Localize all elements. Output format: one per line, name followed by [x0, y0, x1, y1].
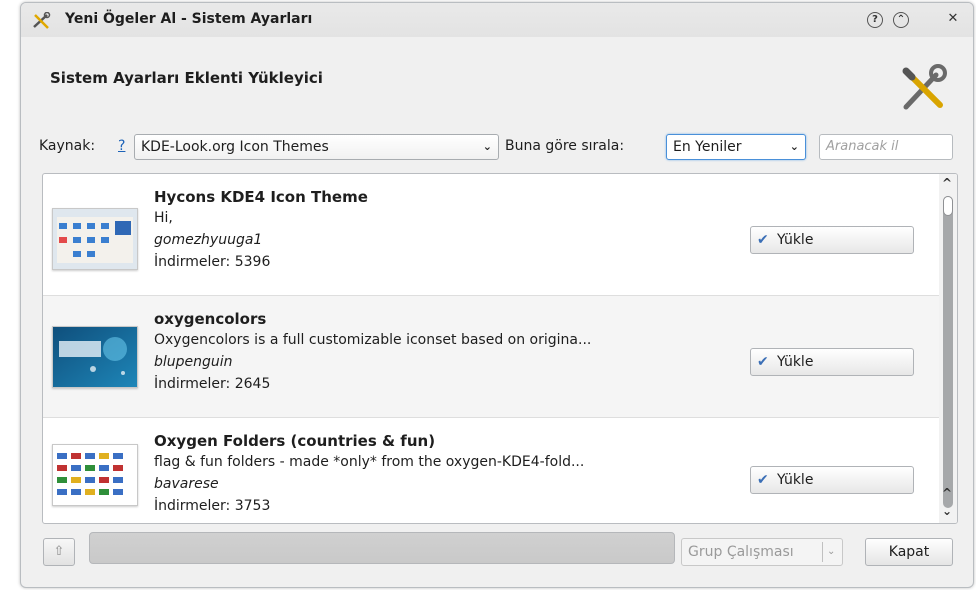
chevron-down-icon: ⌄ [789, 140, 799, 153]
arrow-up-icon: ⇧ [53, 544, 65, 559]
list-item[interactable]: Hycons KDE4 Icon Theme Hi, gomezhyuuga1 … [43, 174, 939, 296]
scroll-up-icon[interactable]: ^ [942, 486, 952, 500]
thumbnail-image [53, 209, 137, 269]
item-thumbnail [52, 208, 138, 270]
scroll-track[interactable] [943, 196, 953, 508]
scroll-down-icon[interactable]: ⌄ [942, 504, 952, 518]
item-downloads: İndirmeler: 5396 [154, 254, 271, 270]
minimize-button[interactable]: ⌃ [893, 12, 909, 28]
item-downloads: İndirmeler: 2645 [154, 376, 271, 392]
item-downloads: İndirmeler: 3753 [154, 498, 271, 514]
thumbnail-image [53, 445, 137, 505]
item-author[interactable]: blupenguin [154, 354, 233, 370]
install-label: Yükle [777, 232, 814, 248]
thumbnail-image [53, 327, 137, 387]
check-icon: ✔ [757, 354, 769, 370]
group-select[interactable]: Grup Çalışması ⌄ [681, 538, 843, 566]
dialog-window: Yeni Ögeler Al - Sistem Ayarları ? ⌃ ✕ S… [20, 2, 974, 588]
install-label: Yükle [777, 472, 814, 488]
scroll-thumb[interactable] [943, 196, 953, 216]
item-author[interactable]: bavarese [154, 476, 219, 492]
item-author[interactable]: gomezhyuuga1 [154, 232, 262, 248]
item-name: oxygencolors [154, 310, 267, 328]
source-select[interactable]: KDE-Look.org Icon Themes ⌄ [134, 134, 499, 160]
source-select-value: KDE-Look.org Icon Themes [141, 139, 329, 155]
sort-select-value: En Yeniler [673, 139, 742, 155]
go-top-button[interactable]: ⇧ [43, 538, 75, 566]
list-item[interactable]: oxygencolors Oxygencolors is a full cust… [43, 296, 939, 418]
install-label: Yükle [777, 354, 814, 370]
check-icon: ✔ [757, 472, 769, 488]
check-icon: ✔ [757, 232, 769, 248]
chevron-down-icon: ⌄ [827, 546, 836, 557]
sort-label: Buna göre sırala: [505, 138, 625, 154]
window-title: Yeni Ögeler Al - Sistem Ayarları [65, 11, 313, 27]
sort-select[interactable]: En Yeniler ⌄ [666, 134, 806, 160]
combo-separator [822, 542, 823, 562]
help-button[interactable]: ? [867, 12, 883, 28]
tools-icon [33, 12, 51, 29]
install-button[interactable]: ✔ Yükle [750, 466, 914, 494]
item-thumbnail [52, 326, 138, 388]
scroll-up-icon[interactable]: ^ [942, 176, 952, 190]
item-thumbnail [52, 444, 138, 506]
item-name: Oxygen Folders (countries & fun) [154, 432, 436, 450]
progress-bar [89, 532, 675, 564]
source-label: Kaynak: [39, 138, 96, 154]
vertical-scrollbar[interactable]: ^ ^ ⌄ [939, 174, 957, 523]
close-window-button[interactable]: ✕ [945, 12, 961, 28]
search-input[interactable]: Aranacak il [819, 134, 953, 160]
chevron-down-icon: ⌄ [482, 140, 492, 153]
group-select-label: Grup Çalışması [688, 544, 794, 560]
list-item[interactable]: Oxygen Folders (countries & fun) flag & … [43, 418, 939, 523]
items-list[interactable]: Hycons KDE4 Icon Theme Hi, gomezhyuuga1 … [42, 173, 958, 524]
item-name: Hycons KDE4 Icon Theme [154, 188, 368, 206]
tools-icon [902, 64, 947, 110]
install-button[interactable]: ✔ Yükle [750, 348, 914, 376]
item-description: Oxygencolors is a full customizable icon… [154, 332, 592, 348]
item-description: Hi, [154, 210, 173, 226]
install-button[interactable]: ✔ Yükle [750, 226, 914, 254]
close-button[interactable]: Kapat [865, 538, 953, 566]
title-bar[interactable]: Yeni Ögeler Al - Sistem Ayarları ? ⌃ ✕ [21, 3, 973, 37]
item-description: flag & fun folders - made *only* from th… [154, 454, 585, 470]
page-title: Sistem Ayarları Eklenti Yükleyici [50, 69, 323, 87]
source-help-link[interactable]: ? [118, 138, 125, 154]
